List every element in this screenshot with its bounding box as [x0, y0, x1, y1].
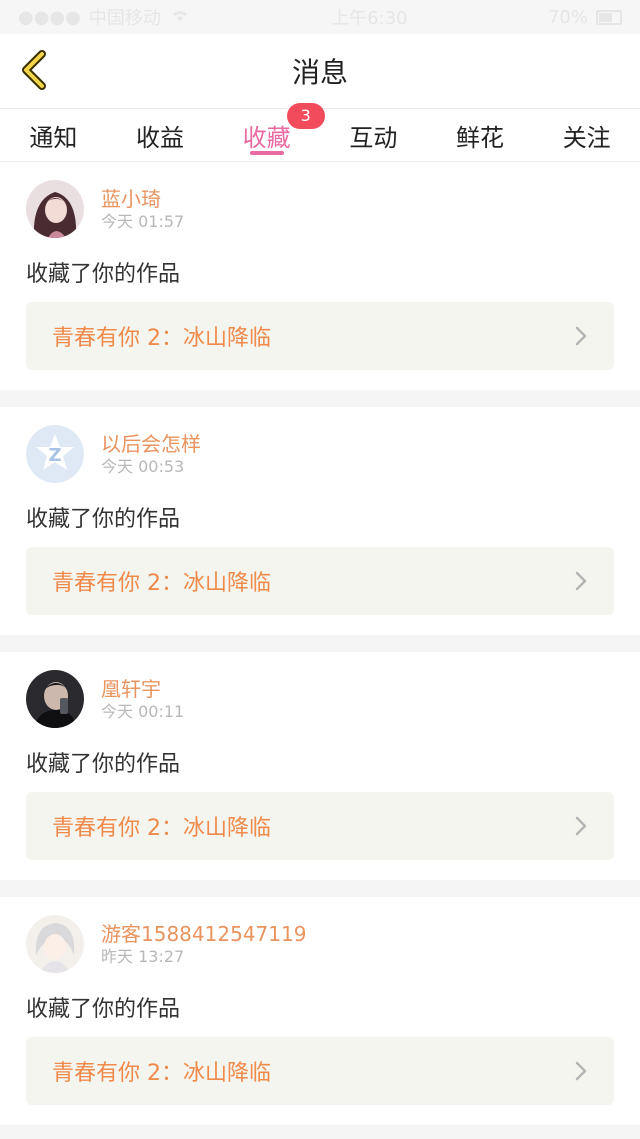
status-bar: ●●●● 中国移动 上午6:30 70% — [0, 0, 640, 34]
work-link[interactable]: 青春有你 2：冰山降临 — [26, 792, 614, 860]
username[interactable]: 以后会怎样 — [101, 431, 201, 457]
tab-label: 通知 — [29, 123, 78, 152]
chevron-right-icon — [574, 815, 588, 837]
username[interactable]: 凰轩宇 — [101, 676, 184, 702]
avatar[interactable]: Z — [26, 425, 84, 483]
tab-label: 互动 — [349, 123, 398, 152]
work-title: 青春有你 2：冰山降临 — [52, 816, 271, 841]
status-time: 上午6:30 — [331, 8, 408, 29]
svg-text:Z: Z — [48, 445, 61, 466]
action-text: 收藏了你的作品 — [26, 997, 181, 1022]
tab-bar: 通知 收益 收藏 3 互动 鲜花 关注 — [0, 103, 640, 162]
work-title: 青春有你 2：冰山降临 — [52, 1061, 271, 1086]
timestamp: 今天 00:53 — [101, 457, 185, 476]
user-row[interactable]: Z 以后会怎样 今天 00:53 — [26, 425, 614, 483]
chevron-right-icon — [574, 325, 588, 347]
nav-bar: 消息 — [0, 34, 640, 109]
username[interactable]: 蓝小琦 — [101, 186, 184, 212]
status-left: ●●●● 中国移动 — [18, 4, 191, 30]
tab-label: 收藏 — [242, 123, 291, 152]
message-card: Z 以后会怎样 今天 00:53 收藏了你的作品 青春有你 2：冰山降临 — [0, 407, 640, 635]
tab-favorites[interactable]: 收藏 3 — [213, 103, 325, 161]
signal-icon: ●●●● — [18, 6, 81, 28]
battery-icon — [595, 9, 622, 25]
work-link[interactable]: 青春有你 2：冰山降临 — [26, 547, 614, 615]
tab-notifications[interactable]: 通知 — [0, 109, 107, 161]
work-link[interactable]: 青春有你 2：冰山降临 — [26, 1037, 614, 1105]
unread-badge: 3 — [286, 103, 325, 129]
tab-flowers[interactable]: 鲜花 — [427, 109, 534, 161]
user-meta: 凰轩宇 今天 00:11 — [101, 676, 184, 722]
timestamp: 今天 01:57 — [101, 212, 185, 231]
user-meta: 游客1588412547119 昨天 13:27 — [101, 921, 306, 967]
message-card: 游客1588412547119 昨天 13:27 收藏了你的作品 青春有你 2：… — [0, 897, 640, 1125]
action-text: 收藏了你的作品 — [26, 507, 181, 532]
avatar[interactable] — [26, 670, 84, 728]
work-link[interactable]: 青春有你 2：冰山降临 — [26, 302, 614, 370]
username[interactable]: 游客1588412547119 — [101, 921, 306, 947]
tab-label: 鲜花 — [456, 123, 505, 152]
message-list: 蓝小琦 今天 01:57 收藏了你的作品 青春有你 2：冰山降临 Z 以后会怎样 — [0, 162, 640, 1125]
message-card: 蓝小琦 今天 01:57 收藏了你的作品 青春有你 2：冰山降临 — [0, 162, 640, 390]
user-meta: 以后会怎样 今天 00:53 — [101, 431, 201, 477]
message-card: 凰轩宇 今天 00:11 收藏了你的作品 青春有你 2：冰山降临 — [0, 652, 640, 880]
carrier-label: 中国移动 — [88, 8, 161, 29]
tab-label: 关注 — [562, 123, 611, 152]
page-title: 消息 — [291, 56, 348, 89]
tab-interactions[interactable]: 互动 — [320, 109, 427, 161]
tab-earnings[interactable]: 收益 — [107, 109, 214, 161]
tab-label: 收益 — [136, 123, 184, 152]
battery-percent: 70% — [547, 6, 588, 28]
chevron-right-icon — [574, 570, 588, 592]
avatar[interactable] — [26, 180, 84, 238]
action-text: 收藏了你的作品 — [26, 262, 181, 287]
user-meta: 蓝小琦 今天 01:57 — [101, 186, 184, 232]
wifi-icon — [169, 7, 191, 28]
user-row[interactable]: 凰轩宇 今天 00:11 — [26, 670, 614, 728]
action-text: 收藏了你的作品 — [26, 752, 181, 777]
chevron-right-icon — [574, 1060, 588, 1082]
user-row[interactable]: 蓝小琦 今天 01:57 — [26, 180, 614, 238]
back-button[interactable] — [14, 50, 54, 90]
timestamp: 昨天 13:27 — [101, 947, 185, 966]
user-row[interactable]: 游客1588412547119 昨天 13:27 — [26, 915, 614, 973]
avatar[interactable] — [26, 915, 84, 973]
work-title: 青春有你 2：冰山降临 — [52, 326, 271, 351]
chevron-left-icon — [22, 50, 46, 90]
work-title: 青春有你 2：冰山降临 — [52, 571, 271, 596]
timestamp: 今天 00:11 — [101, 702, 185, 721]
tab-follows[interactable]: 关注 — [533, 109, 640, 161]
status-right: 70% — [548, 7, 622, 28]
